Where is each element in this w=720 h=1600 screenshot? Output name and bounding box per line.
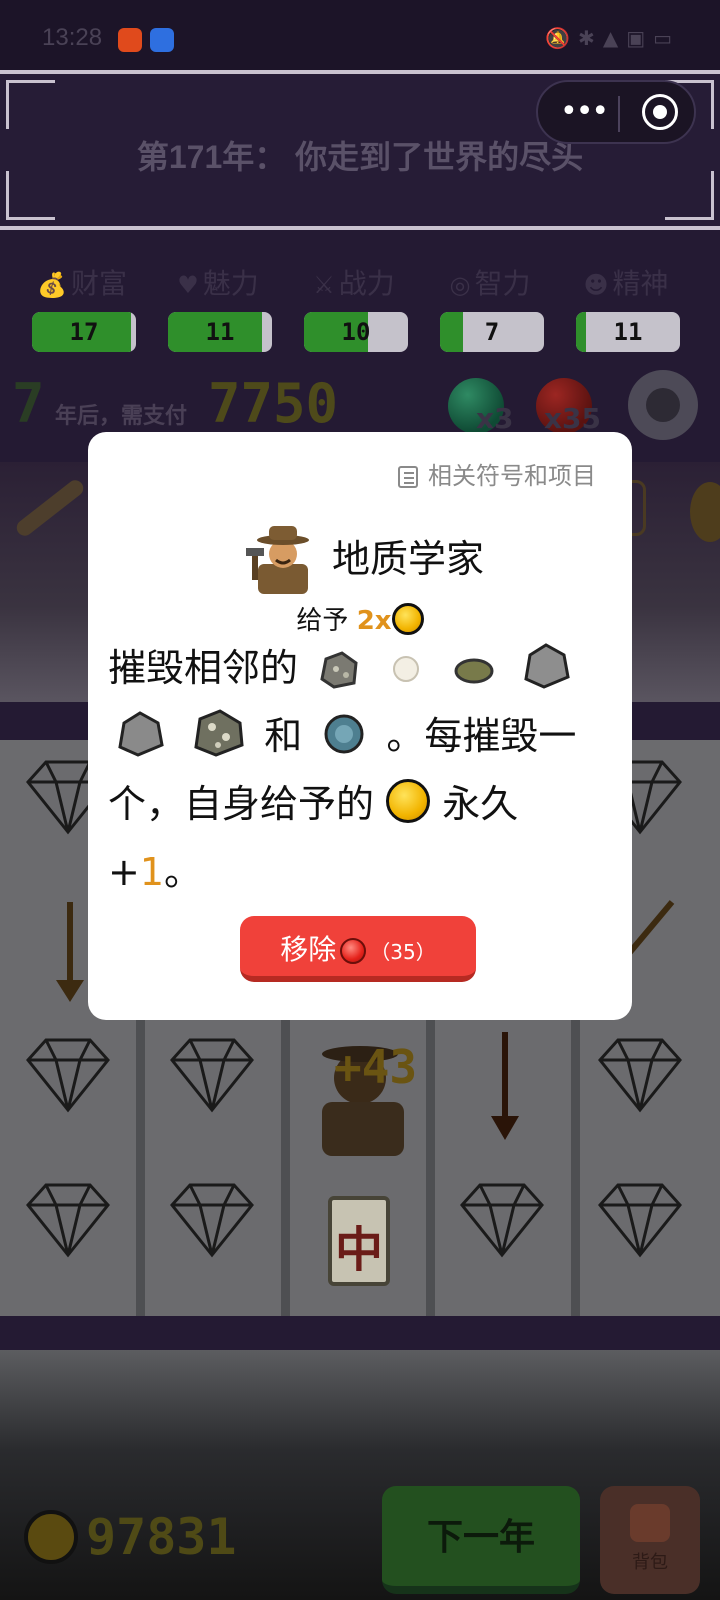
desc-plus: +	[108, 850, 140, 894]
green-orb-count: x3	[476, 402, 514, 435]
stat-label: 💰 财富	[18, 262, 146, 302]
mahjong-char: 中	[334, 1222, 383, 1278]
stat-value: 10	[341, 318, 371, 346]
coin-icon	[24, 1510, 78, 1564]
stat-value: 11	[613, 318, 643, 346]
desc-end: 。	[164, 850, 203, 894]
next-year-button[interactable]: 下一年	[382, 1486, 580, 1594]
heart-icon: ♥	[177, 271, 199, 299]
coin-icon	[391, 603, 424, 635]
rock-icon	[524, 643, 571, 689]
diamond-icon[interactable]	[26, 1183, 110, 1257]
payment-text: 年后，需支付	[55, 404, 188, 429]
related-label: 相关符号和项目	[428, 462, 596, 490]
pearl-icon	[393, 656, 420, 682]
arrow-down-icon[interactable]	[491, 1032, 519, 1140]
mini-program-capsule: •••	[536, 80, 696, 144]
sword-icon: ⚔	[313, 271, 335, 299]
stat-bar: 11	[168, 312, 272, 352]
stat-label: ♥ 魅力	[154, 262, 282, 302]
stat-value: 17	[69, 318, 99, 346]
floating-bonus: +43	[334, 1040, 418, 1094]
diamond-icon[interactable]	[26, 1038, 110, 1112]
sapphire-icon	[324, 714, 364, 754]
stat-label-text: 精神	[612, 267, 669, 300]
bag-label: 背包	[632, 1552, 668, 1573]
stat-bar: 11	[576, 312, 680, 352]
board-bottom-edge	[0, 1316, 720, 1350]
desc-text: 摧毁相邻的	[108, 646, 299, 690]
red-orb-icon	[340, 938, 367, 964]
stat-label-text: 魅力	[202, 267, 259, 300]
list-icon	[398, 466, 418, 488]
money-bag-icon: 💰	[37, 271, 67, 299]
desc-and: 和	[264, 714, 303, 758]
stat-label-text: 财富	[70, 267, 127, 300]
remove-button[interactable]: 移除 （35）	[240, 916, 476, 982]
frame-corner-icon	[665, 171, 714, 220]
pebble-icon	[454, 658, 494, 684]
symbol-detail-modal: 相关符号和项目 地质学家 给予 2x 摧毁相邻的 和 。每摧毁一个，自身给予的 …	[88, 432, 632, 1020]
remove-count: （35）	[370, 940, 436, 964]
diamond-icon[interactable]	[170, 1183, 254, 1257]
status-time: 13:28	[42, 24, 103, 51]
stat-bar: 7	[440, 312, 544, 352]
related-symbols-link[interactable]: 相关符号和项目	[398, 456, 596, 491]
next-year-label: 下一年	[426, 1517, 535, 1558]
more-options-icon[interactable]: •••	[560, 94, 609, 129]
stat-bar: 10	[304, 312, 408, 352]
mahjong-tile-icon[interactable]: 中	[328, 1196, 390, 1286]
bag-button[interactable]: 背包	[600, 1486, 700, 1594]
rock-icon	[118, 711, 164, 757]
stat-value: 7	[484, 318, 500, 346]
frame-corner-icon	[6, 80, 55, 129]
brain-icon: ◎	[449, 271, 471, 299]
stat-value: 11	[205, 318, 235, 346]
browser-notification-icon	[150, 28, 174, 52]
arrow-down-icon[interactable]	[56, 902, 84, 1002]
mask-icon: ☻	[583, 271, 609, 299]
payment-amount: 7750	[208, 372, 339, 435]
large-ore-icon	[194, 709, 244, 757]
gives-multiplier: 2x	[356, 606, 392, 636]
settings-gear-icon[interactable]	[628, 370, 698, 440]
diamond-icon[interactable]	[460, 1183, 544, 1257]
gives-line: 给予 2x	[88, 600, 632, 637]
stat-label-text: 智力	[474, 267, 531, 300]
diamond-icon[interactable]	[598, 1038, 682, 1112]
stat-label-text: 战力	[338, 267, 395, 300]
geologist-avatar-icon	[246, 526, 309, 594]
stat-label: ⚔ 战力	[290, 262, 418, 302]
app-notification-icon	[118, 28, 142, 52]
desc-number: 1	[139, 850, 165, 894]
system-status-icons: 🔕✱▲▣▭	[545, 26, 680, 50]
stat-label: ☻ 精神	[562, 262, 690, 302]
diamond-icon[interactable]	[170, 1038, 254, 1112]
desc-text: 永久	[442, 782, 519, 826]
money-total: 97831	[86, 1508, 237, 1566]
years-remaining: 7	[12, 372, 45, 435]
remove-label: 移除	[280, 933, 337, 966]
close-target-icon[interactable]	[642, 94, 678, 130]
backpack-icon	[630, 1504, 670, 1542]
ore-icon	[320, 651, 358, 689]
frame-corner-icon	[6, 171, 55, 220]
diamond-icon[interactable]	[598, 1183, 682, 1257]
capsule-divider	[618, 96, 620, 132]
coin-icon	[386, 779, 431, 823]
symbol-name: 地质学家	[332, 537, 485, 581]
stat-bar: 17	[32, 312, 136, 352]
stat-label: ◎ 智力	[426, 262, 554, 302]
gives-prefix: 给予	[296, 606, 349, 636]
red-orb-count: x35	[544, 402, 602, 435]
symbol-description: 摧毁相邻的 和 。每摧毁一个，自身给予的 永久 +1。	[108, 634, 612, 906]
